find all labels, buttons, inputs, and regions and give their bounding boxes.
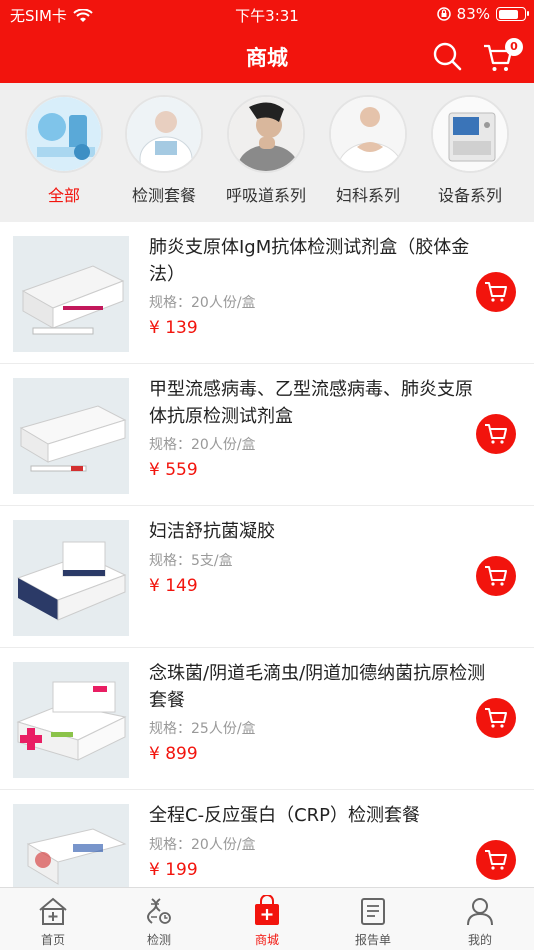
tab-label: 检测 [146, 933, 171, 947]
cart-icon [485, 708, 507, 728]
rotation-lock-icon [436, 7, 451, 21]
product-price: ¥ 149 [149, 576, 198, 596]
category-image [431, 95, 509, 173]
status-bar: 无SIM卡 下午3:31 83% [0, 0, 534, 28]
add-to-cart-button[interactable] [476, 840, 516, 880]
category-gynecology[interactable]: 妇科系列 [318, 95, 418, 206]
category-label: 妇科系列 [335, 186, 400, 205]
tab-home[interactable]: 首页 [13, 894, 93, 948]
product-spec: 规格：20人份/盒 [149, 837, 256, 853]
product-price: ¥ 139 [149, 318, 198, 338]
tab-shop[interactable]: 商城 [227, 894, 307, 948]
product-item[interactable]: 肺炎支原体IgM抗体检测试剂盒（胶体金法） 规格：20人份/盒 ¥ 139 [0, 222, 534, 364]
add-to-cart-button[interactable] [476, 698, 516, 738]
category-test-package[interactable]: 检测套餐 [114, 95, 214, 206]
cart-badge: 0 [505, 38, 523, 56]
cart-icon [485, 282, 507, 302]
category-equipment[interactable]: 设备系列 [420, 95, 520, 206]
category-label: 检测套餐 [131, 186, 196, 205]
category-image [329, 95, 407, 173]
cart-icon [485, 850, 507, 870]
cart-icon [485, 424, 507, 444]
product-item[interactable]: 甲型流感病毒、乙型流感病毒、肺炎支原体抗原检测试剂盒 规格：20人份/盒 ¥ 5… [0, 364, 534, 506]
tab-label: 商城 [254, 933, 279, 947]
search-icon[interactable] [431, 40, 463, 72]
product-item[interactable]: 妇洁舒抗菌凝胶 规格：5支/盒 ¥ 149 [0, 506, 534, 648]
tab-test[interactable]: 检测 [119, 894, 199, 948]
add-to-cart-button[interactable] [476, 272, 516, 312]
product-list[interactable]: 肺炎支原体IgM抗体检测试剂盒（胶体金法） 规格：20人份/盒 ¥ 139 甲型… [0, 222, 534, 887]
tab-bar: 首页 检测 商城 报告单 我的 [0, 887, 534, 950]
product-price: ¥ 199 [149, 860, 198, 880]
product-name[interactable]: 肺炎支原体IgM抗体检测试剂盒（胶体金法） [149, 234, 489, 288]
product-image [13, 378, 129, 494]
status-right: 83% [436, 5, 529, 23]
tab-label: 我的 [467, 933, 492, 947]
report-icon [361, 898, 385, 925]
top-bar: 无SIM卡 下午3:31 83% 商城 0 [0, 0, 534, 83]
shop-icon [255, 895, 279, 925]
category-bar: 全部 检测套餐 呼吸道系列 妇科系列 设备系列 [0, 83, 534, 211]
product-spec: 规格：20人份/盒 [149, 295, 256, 311]
product-image [13, 520, 129, 636]
add-to-cart-button[interactable] [476, 414, 516, 454]
tab-label: 报告单 [354, 933, 391, 947]
product-name[interactable]: 念珠菌/阴道毛滴虫/阴道加德纳菌抗原检测套餐 [149, 660, 489, 714]
product-spec: 规格：5支/盒 [149, 553, 233, 569]
product-item[interactable]: 全程C-反应蛋白（CRP）检测套餐 规格：20人份/盒 ¥ 199 [0, 790, 534, 887]
product-price: ¥ 899 [149, 744, 198, 764]
battery-percent: 83% [456, 5, 490, 23]
product-item[interactable]: 念珠菌/阴道毛滴虫/阴道加德纳菌抗原检测套餐 规格：25人份/盒 ¥ 899 [0, 648, 534, 790]
tab-label: 首页 [40, 933, 65, 947]
cart-icon [485, 566, 507, 586]
product-image [13, 236, 129, 352]
product-name[interactable]: 甲型流感病毒、乙型流感病毒、肺炎支原体抗原检测试剂盒 [149, 376, 489, 430]
test-icon [147, 898, 171, 924]
add-to-cart-button[interactable] [476, 556, 516, 596]
category-image [25, 95, 103, 173]
category-image [125, 95, 203, 173]
profile-icon [467, 898, 493, 926]
category-image [227, 95, 305, 173]
product-price: ¥ 559 [149, 460, 198, 480]
product-spec: 规格：20人份/盒 [149, 437, 256, 453]
category-label: 呼吸道系列 [225, 186, 306, 205]
battery-icon [496, 7, 529, 21]
tab-profile[interactable]: 我的 [440, 894, 520, 948]
product-image [13, 662, 129, 778]
category-label: 全部 [47, 186, 80, 205]
category-respiratory[interactable]: 呼吸道系列 [216, 95, 316, 206]
product-spec: 规格：25人份/盒 [149, 721, 256, 737]
category-label: 设备系列 [437, 186, 502, 205]
tab-report[interactable]: 报告单 [333, 894, 413, 948]
category-all[interactable]: 全部 [14, 95, 114, 206]
product-name[interactable]: 全程C-反应蛋白（CRP）检测套餐 [149, 802, 489, 829]
home-icon [39, 897, 67, 925]
product-name[interactable]: 妇洁舒抗菌凝胶 [149, 518, 489, 545]
product-image [13, 804, 129, 887]
